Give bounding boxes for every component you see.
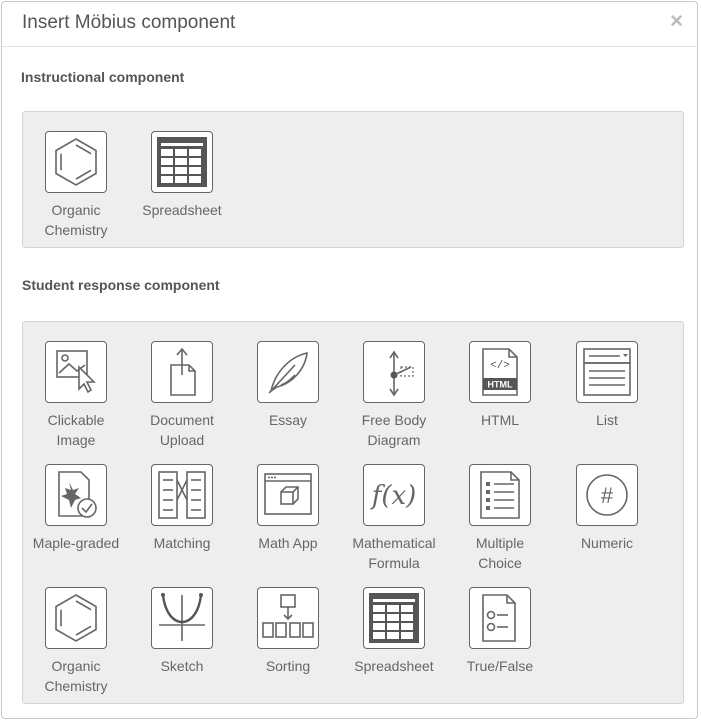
sorting-icon: [257, 587, 319, 649]
component-label: Sketch: [160, 658, 204, 674]
numeric-hash-icon: #: [576, 464, 638, 526]
component-label: Organic Chemistry: [44, 202, 108, 238]
component-tile-list[interactable]: List: [554, 341, 660, 430]
maple-graded-icon: [45, 464, 107, 526]
component-tile-sorting[interactable]: Sorting: [235, 587, 341, 676]
component-tile-essay[interactable]: Essay: [235, 341, 341, 430]
clickable-image-icon: [45, 341, 107, 403]
dialog-title: Insert Möbius component: [22, 12, 236, 33]
component-label: Free Body Diagram: [361, 412, 427, 448]
component-label: Essay: [268, 412, 308, 428]
component-tile-spreadsheet[interactable]: Spreadsheet: [341, 587, 447, 676]
component-label: Spreadsheet: [354, 658, 434, 674]
free-body-diagram-icon: [363, 341, 425, 403]
component-tile-document-upload[interactable]: Document Upload: [129, 341, 235, 450]
list-dropdown-icon: [576, 341, 638, 403]
component-tile-spreadsheet[interactable]: Spreadsheet: [129, 131, 235, 220]
component-tile-math-app[interactable]: Math App: [235, 464, 341, 553]
svg-text:</>: </>: [490, 360, 510, 372]
true-false-icon: [469, 587, 531, 649]
dialog-header: Insert Möbius component ×: [2, 2, 697, 47]
quill-icon: [257, 341, 319, 403]
component-label: Spreadsheet: [142, 202, 222, 218]
component-label: Clickable Image: [47, 412, 105, 448]
component-tile-sketch[interactable]: Sketch: [129, 587, 235, 676]
component-tile-clickable-image[interactable]: Clickable Image: [23, 341, 129, 450]
component-label: Maple-graded: [32, 535, 120, 551]
insert-component-dialog: Insert Möbius component × Instructional …: [1, 1, 698, 719]
svg-text:f(x): f(x): [370, 481, 417, 511]
component-tile-true-false[interactable]: True/False: [447, 587, 553, 676]
spreadsheet-icon: [363, 587, 425, 649]
component-label: Mathematical Formula: [352, 535, 436, 571]
component-label: List: [596, 412, 618, 428]
component-label: Document Upload: [150, 412, 214, 448]
spreadsheet-icon: [151, 131, 213, 193]
component-tile-organic-chemistry[interactable]: Organic Chemistry: [23, 587, 129, 696]
component-label: HTML: [480, 412, 520, 428]
component-tile-mathematical-formula[interactable]: f(x) Mathematical Formula: [341, 464, 447, 573]
component-label: Multiple Choice: [475, 535, 525, 571]
component-label: Numeric: [580, 535, 634, 551]
sketch-graph-icon: [151, 587, 213, 649]
component-tile-multiple-choice[interactable]: Multiple Choice: [447, 464, 553, 573]
svg-text:#: #: [601, 483, 614, 508]
benzene-icon: [45, 587, 107, 649]
component-tile-html[interactable]: </> HTML HTML: [447, 341, 553, 430]
student-response-heading: Student response component: [22, 277, 220, 293]
document-upload-icon: [151, 341, 213, 403]
instructional-heading: Instructional component: [21, 69, 185, 85]
close-icon[interactable]: ×: [670, 8, 683, 34]
matching-icon: [151, 464, 213, 526]
svg-text:HTML: HTML: [488, 380, 513, 390]
component-tile-organic-chemistry[interactable]: Organic Chemistry: [23, 131, 129, 240]
math-app-icon: [257, 464, 319, 526]
benzene-icon: [45, 131, 107, 193]
multiple-choice-icon: [469, 464, 531, 526]
html-file-icon: </> HTML: [469, 341, 531, 403]
component-label: True/False: [466, 658, 534, 674]
component-label: Math App: [258, 535, 318, 551]
component-label: Organic Chemistry: [44, 658, 108, 694]
component-tile-maple-graded[interactable]: Maple-graded: [23, 464, 129, 553]
student-response-panel: Clickable Image Document Upload Essay Free Bo…: [22, 321, 684, 704]
formula-fx-icon: f(x): [363, 464, 425, 526]
component-tile-numeric[interactable]: # Numeric: [554, 464, 660, 553]
instructional-panel: Organic Chemistry Spreadsheet: [22, 111, 684, 248]
component-label: Sorting: [265, 658, 311, 674]
component-label: Matching: [153, 535, 211, 551]
component-tile-free-body-diagram[interactable]: Free Body Diagram: [341, 341, 447, 450]
component-tile-matching[interactable]: Matching: [129, 464, 235, 553]
